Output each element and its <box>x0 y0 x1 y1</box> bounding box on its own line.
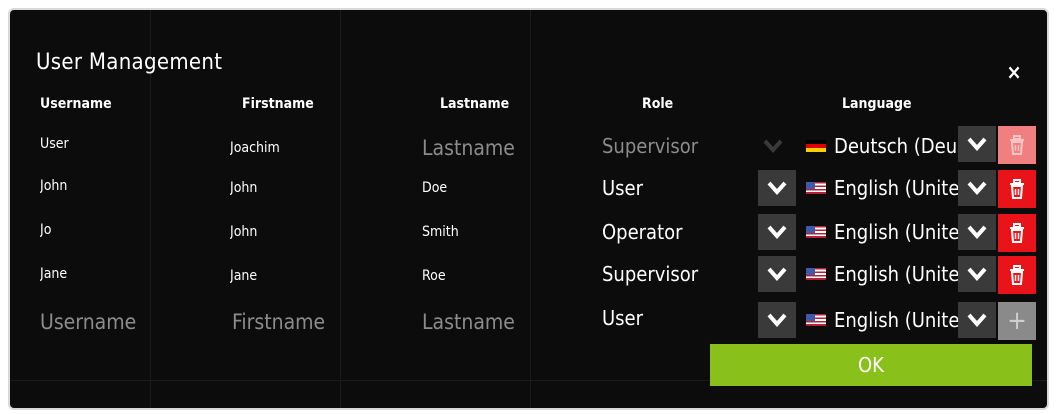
username-field[interactable]: Jane <box>40 256 220 292</box>
close-icon[interactable]: × <box>1002 60 1026 84</box>
language-select[interactable]: Deutsch (Deu <box>806 128 958 164</box>
lastname-field[interactable]: Lastname <box>422 130 602 166</box>
column-header-lastname: Lastname <box>440 96 510 112</box>
firstname-field[interactable]: John <box>230 170 410 206</box>
ok-button[interactable]: OK <box>710 344 1032 386</box>
language-dropdown-chevron-down-icon[interactable] <box>958 256 996 292</box>
lastname-field[interactable]: Roe <box>422 258 602 294</box>
column-header-username: Username <box>40 96 112 112</box>
lastname-field[interactable]: Doe <box>422 170 602 206</box>
role-select[interactable]: Supervisor <box>602 256 752 292</box>
new-firstname-input[interactable]: Firstname <box>232 304 412 340</box>
language-dropdown-chevron-down-icon[interactable] <box>958 126 996 162</box>
us-flag-icon <box>806 181 826 194</box>
trash-icon <box>1010 265 1024 285</box>
language-label: English (Unite <box>834 308 958 332</box>
new-username-input[interactable]: Username <box>40 304 220 340</box>
language-select[interactable]: English (Unite <box>806 214 958 250</box>
dialog-title: User Management <box>36 50 223 75</box>
language-select[interactable]: English (Unite <box>806 170 958 206</box>
trash-icon <box>1010 179 1024 199</box>
background-chart-gridline <box>530 10 531 408</box>
delete-user-button[interactable] <box>998 214 1036 252</box>
username-field[interactable]: Jo <box>40 212 220 248</box>
role-select[interactable]: Operator <box>602 214 752 250</box>
delete-user-button[interactable] <box>998 126 1036 164</box>
add-user-button[interactable]: + <box>998 302 1036 340</box>
language-label: Deutsch (Deu <box>834 134 958 158</box>
us-flag-icon <box>806 267 826 280</box>
germany-flag-icon <box>806 139 826 152</box>
username-field[interactable]: User <box>40 126 220 162</box>
us-flag-icon <box>806 225 826 238</box>
new-lastname-input[interactable]: Lastname <box>422 304 602 340</box>
us-flag-icon <box>806 313 826 326</box>
role-dropdown-chevron-down-icon[interactable] <box>758 302 796 338</box>
trash-icon <box>1010 135 1024 155</box>
language-label: English (Unite <box>834 220 958 244</box>
role-dropdown-chevron-down-icon[interactable] <box>754 128 792 164</box>
role-dropdown-chevron-down-icon[interactable] <box>758 214 796 250</box>
firstname-field[interactable]: John <box>230 214 410 250</box>
new-language-select[interactable]: English (Unite <box>806 302 958 338</box>
lastname-field[interactable]: Smith <box>422 214 602 250</box>
column-header-language: Language <box>842 96 912 112</box>
delete-user-button[interactable] <box>998 256 1036 294</box>
role-dropdown-chevron-down-icon[interactable] <box>758 170 796 206</box>
role-select[interactable]: Supervisor <box>602 128 752 164</box>
language-label: English (Unite <box>834 176 958 200</box>
language-dropdown-chevron-down-icon[interactable] <box>958 170 996 206</box>
trash-icon <box>1010 223 1024 243</box>
user-management-dialog: User Management × Username Firstname Las… <box>8 8 1049 410</box>
language-label: English (Unite <box>834 262 958 286</box>
background-chart-gridline <box>340 10 341 408</box>
plus-icon: + <box>1007 306 1027 336</box>
firstname-field[interactable]: Jane <box>230 258 410 294</box>
delete-user-button[interactable] <box>998 170 1036 208</box>
column-header-role: Role <box>642 96 674 112</box>
role-dropdown-chevron-down-icon[interactable] <box>758 256 796 292</box>
username-field[interactable]: John <box>40 168 220 204</box>
language-dropdown-chevron-down-icon[interactable] <box>958 302 996 338</box>
app-frame: User Management × Username Firstname Las… <box>0 0 1057 414</box>
language-dropdown-chevron-down-icon[interactable] <box>958 214 996 250</box>
column-header-firstname: Firstname <box>242 96 314 112</box>
firstname-field[interactable]: Joachim <box>230 130 410 166</box>
role-select[interactable]: User <box>602 170 752 206</box>
language-select[interactable]: English (Unite <box>806 256 958 292</box>
new-role-select[interactable]: User <box>602 300 752 336</box>
